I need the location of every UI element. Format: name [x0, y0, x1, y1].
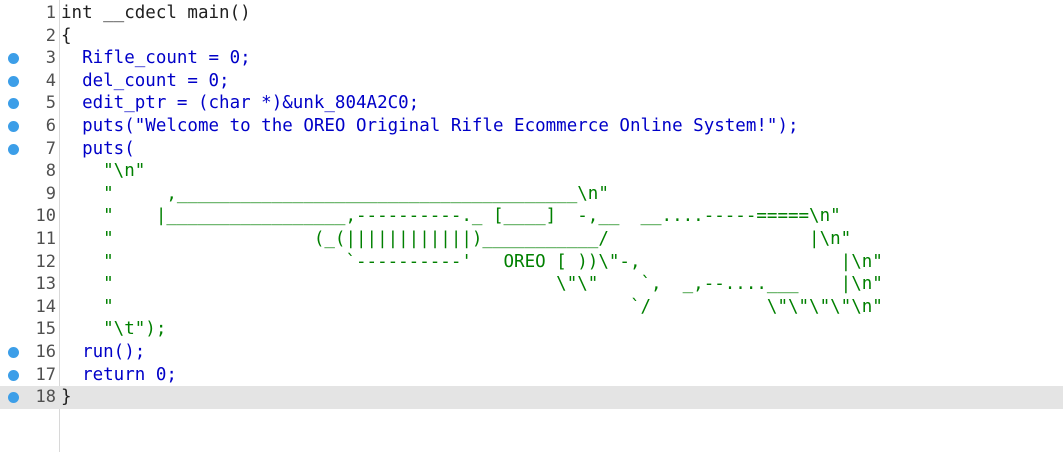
- code-text[interactable]: {: [61, 25, 72, 48]
- code-line[interactable]: 10 " |_________________,----------._ [__…: [0, 205, 1063, 228]
- code-text[interactable]: Rifle_count = 0;: [61, 47, 251, 70]
- line-number: 16: [35, 342, 56, 362]
- code-text[interactable]: edit_ptr = (char *)&unk_804A2C0;: [61, 92, 419, 115]
- line-number: 11: [35, 229, 56, 249]
- code-text[interactable]: " `----------' OREO [ ))\"-, |\n": [61, 251, 883, 274]
- line-number: 13: [35, 274, 56, 295]
- code-text[interactable]: return 0;: [61, 364, 177, 387]
- line-number: 18: [35, 387, 56, 408]
- code-text[interactable]: "\n": [61, 160, 145, 183]
- breakpoint-dot-icon[interactable]: [8, 392, 19, 404]
- line-number: 10: [35, 206, 56, 227]
- code-text[interactable]: " `/ \"\"\"\"\n": [61, 296, 883, 319]
- line-number: 8: [45, 161, 56, 182]
- code-line[interactable]: 13 " \"\" `, _,--....___ |\n": [0, 273, 1063, 296]
- line-number: 14: [35, 296, 56, 317]
- code-text[interactable]: " |_________________,----------._ [____]…: [61, 205, 841, 228]
- breakpoint-dot-icon[interactable]: [8, 98, 19, 110]
- code-text[interactable]: }: [61, 386, 72, 409]
- breakpoint-dot-icon[interactable]: [8, 143, 19, 155]
- code-line[interactable]: 4 del_count = 0;: [0, 70, 1063, 93]
- code-line[interactable]: 8 "\n": [0, 160, 1063, 183]
- line-number: 1: [45, 3, 56, 23]
- line-number: 3: [45, 48, 56, 69]
- breakpoint-dot-icon[interactable]: [8, 369, 19, 381]
- line-number: 17: [35, 364, 56, 385]
- line-number: 9: [45, 183, 56, 204]
- code-text[interactable]: " ,_____________________________________…: [61, 183, 609, 206]
- breakpoint-dot-icon[interactable]: [8, 347, 19, 358]
- code-text[interactable]: puts("Welcome to the OREO Original Rifle…: [61, 115, 798, 138]
- code-line[interactable]: 18}: [0, 386, 1063, 410]
- breakpoint-dot-icon[interactable]: [8, 121, 19, 132]
- code-text[interactable]: run();: [61, 341, 145, 364]
- code-line[interactable]: 11 " (_(||||||||||||)___________/ |\n": [0, 228, 1063, 251]
- code-line[interactable]: 6 puts("Welcome to the OREO Original Rif…: [0, 115, 1063, 138]
- line-number: 15: [35, 319, 56, 340]
- line-number: 5: [45, 93, 56, 114]
- code-line[interactable]: 5 edit_ptr = (char *)&unk_804A2C0;: [0, 92, 1063, 115]
- code-text[interactable]: "\t");: [61, 318, 166, 341]
- pseudocode-editor[interactable]: 1 int __cdecl main() 2{3 Rifle_count = 0; 4…: [0, 0, 1063, 452]
- line-number: 2: [45, 25, 56, 46]
- code-text[interactable]: puts(: [61, 138, 135, 161]
- code-line[interactable]: 16 run();: [0, 341, 1063, 364]
- code-line[interactable]: 2{: [0, 25, 1063, 48]
- code-line[interactable]: 3 Rifle_count = 0;: [0, 47, 1063, 70]
- code-text[interactable]: del_count = 0;: [61, 70, 230, 93]
- code-text[interactable]: " (_(||||||||||||)___________/ |\n": [61, 228, 851, 251]
- line-number: 4: [45, 70, 56, 91]
- line-number: 12: [35, 251, 56, 272]
- code-line[interactable]: 7 puts(: [0, 138, 1063, 161]
- code-line[interactable]: 17 return 0;: [0, 364, 1063, 387]
- code-line[interactable]: 1 int __cdecl main(): [0, 2, 1063, 25]
- line-number: 7: [45, 138, 56, 159]
- code-text[interactable]: " \"\" `, _,--....___ |\n": [61, 273, 883, 296]
- code-line[interactable]: 14 " `/ \"\"\"\"\n": [0, 296, 1063, 319]
- breakpoint-dot-icon[interactable]: [8, 53, 19, 65]
- code-line[interactable]: 12 " `----------' OREO [ ))\"-, |\n": [0, 251, 1063, 274]
- line-number: 6: [45, 116, 56, 136]
- breakpoint-dot-icon[interactable]: [8, 75, 19, 87]
- code-text[interactable]: int __cdecl main(): [61, 2, 251, 25]
- code-line[interactable]: 15 "\t");: [0, 318, 1063, 341]
- code-line[interactable]: 9 " ,___________________________________…: [0, 183, 1063, 206]
